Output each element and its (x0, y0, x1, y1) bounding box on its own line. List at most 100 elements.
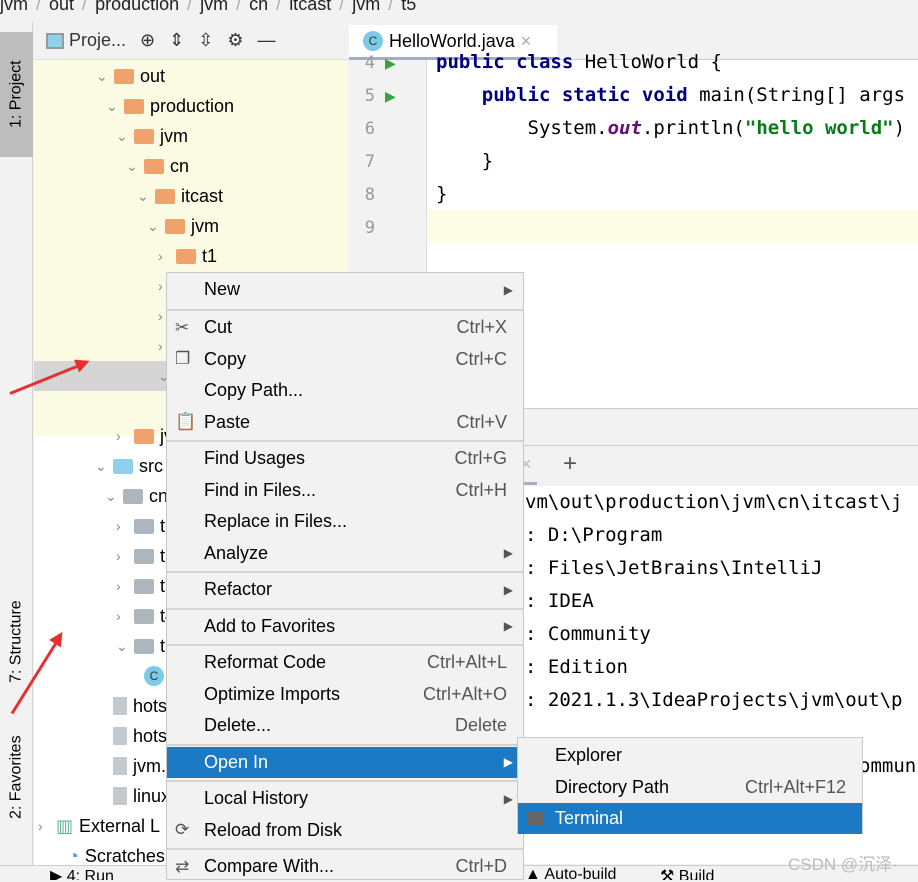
run-gutter-icon[interactable]: ▶ (385, 88, 396, 105)
tree-item[interactable]: ⌄ src (95, 451, 163, 481)
tree-item[interactable]: ◔ Scratches (50, 841, 165, 866)
line-number: 5 (364, 86, 375, 106)
breadcrumb-item[interactable]: production (95, 0, 179, 14)
chevron-down-icon[interactable]: ⌄ (147, 218, 159, 235)
breadcrumb-item[interactable]: itcast (289, 0, 331, 14)
chevron-down-icon[interactable]: ⌄ (126, 158, 138, 175)
chevron-down-icon[interactable]: ⌄ (116, 638, 128, 655)
breadcrumb-item[interactable]: jvm (352, 0, 380, 14)
chevron-right-icon[interactable]: › (116, 548, 128, 564)
folder-icon (165, 218, 185, 234)
line-number: 7 (364, 152, 375, 172)
menu-item-new[interactable]: New ▶ (167, 274, 523, 305)
tab-label: HelloWorld.java (389, 30, 515, 51)
menu-item-find-in-files[interactable]: Find in Files... Ctrl+H (167, 475, 523, 506)
expand-all-icon[interactable]: ⇕ (169, 30, 184, 51)
menu-item-paste[interactable]: 📋 Paste Ctrl+V (167, 407, 523, 438)
favorites-tool-tab[interactable]: 2: Favorites (0, 727, 33, 827)
breadcrumb-separator: / (82, 0, 88, 14)
gear-icon[interactable]: ⚙ (227, 30, 243, 51)
tree-item[interactable]: ⌄ itcast (137, 181, 223, 211)
locate-icon[interactable]: ⊕ (140, 30, 155, 51)
menu-separator (167, 743, 523, 746)
menu-separator (167, 780, 523, 782)
folder-icon (134, 428, 154, 444)
collapse-all-icon[interactable]: ⇳ (198, 30, 213, 51)
tree-item[interactable]: ⌄ jvm (116, 121, 188, 151)
menu-item-open-in[interactable]: Open In ▶ (167, 746, 523, 778)
menu-item-cut[interactable]: ✂ Cut Ctrl+X (167, 312, 523, 343)
breadcrumb-item[interactable]: t5 (401, 0, 416, 14)
menu-item-find-usages[interactable]: Find Usages Ctrl+G (167, 443, 523, 474)
file-icon (113, 697, 127, 715)
chevron-right-icon[interactable]: › (158, 248, 170, 264)
breadcrumb-separator: / (276, 0, 282, 14)
tree-item[interactable]: ⌄ production (106, 91, 234, 121)
chevron-down-icon[interactable]: ⌄ (96, 68, 108, 85)
project-tool-tab[interactable]: 1: Project (0, 32, 33, 157)
tree-item[interactable]: ⌄ out (96, 61, 165, 91)
menu-item-delete[interactable]: Delete... Delete (167, 710, 523, 741)
menu-item-explorer[interactable]: Explorer (518, 740, 862, 771)
project-view-selector[interactable]: Proje... (46, 30, 126, 51)
breadcrumb-separator: / (36, 0, 42, 14)
chevron-down-icon[interactable]: ⌄ (105, 488, 117, 505)
tree-item[interactable]: ⌄ jvm (147, 211, 219, 241)
menu-item-shortcut: Ctrl+H (455, 479, 507, 500)
menu-item-copy-path[interactable]: Copy Path... (167, 375, 523, 406)
terminal-line: : D:\Program (525, 524, 663, 546)
build-tab[interactable]: ⚒ Build (660, 866, 714, 880)
menu-item-shortcut: Ctrl+G (454, 448, 507, 468)
menu-item-add-to-favorites[interactable]: Add to Favorites ▶ (167, 611, 523, 642)
project-icon (46, 33, 64, 50)
chevron-down-icon[interactable]: ⌄ (95, 458, 107, 475)
run-gutter-icon[interactable]: ▶ (385, 55, 396, 72)
menu-item-compare-with[interactable]: ⇄ Compare With... Ctrl+D (167, 851, 523, 882)
menu-item-reformat-code[interactable]: Reformat Code Ctrl+Alt+L (167, 647, 523, 678)
code-line: System.out.println("hello world") (436, 117, 906, 139)
code-line: public static void main(String[] args (481, 84, 906, 106)
menu-item-local-history[interactable]: Local History ▶ (167, 783, 523, 814)
autobuild-tab[interactable]: ▲ Auto-build (525, 866, 616, 880)
run-tab[interactable]: ▶ 4: Run (50, 866, 114, 880)
menu-item-terminal[interactable]: Terminal (518, 803, 862, 834)
terminal-line: : Edition (525, 656, 628, 678)
menu-item-shortcut: Ctrl+Alt+F12 (744, 776, 846, 797)
close-icon[interactable]: × (521, 31, 532, 52)
chevron-down-icon[interactable]: ⌄ (137, 188, 149, 205)
tree-item[interactable]: › ▥ External L (38, 811, 160, 841)
menu-item-label: Optimize Imports (204, 683, 341, 704)
chevron-right-icon[interactable]: › (116, 428, 128, 444)
breadcrumb-item[interactable]: jvm (0, 0, 28, 14)
chevron-right-icon[interactable]: › (116, 608, 128, 624)
breadcrumb-item[interactable]: out (49, 0, 74, 14)
terminal-icon (528, 811, 544, 826)
menu-item-analyze[interactable]: Analyze ▶ (167, 538, 523, 569)
menu-item-replace-in-files[interactable]: Replace in Files... (167, 506, 523, 537)
line-number: 8 (364, 185, 375, 205)
tree-item[interactable]: ⌄ cn (126, 151, 189, 181)
menu-item-label: Find in Files... (204, 479, 317, 500)
menu-item-copy[interactable]: ❐ Copy Ctrl+C (167, 344, 523, 375)
chevron-right-icon[interactable]: › (116, 578, 128, 594)
breadcrumb-item[interactable]: cn (249, 0, 268, 14)
breadcrumb-item[interactable]: jvm (200, 0, 228, 14)
menu-item-directory-path[interactable]: Directory Path Ctrl+Alt+F12 (518, 772, 862, 803)
tree-item[interactable]: › t1 (158, 241, 217, 271)
menu-item-label: Open In (204, 751, 269, 772)
terminal-line: : 2021.1.3\IdeaProjects\jvm\out\p (525, 689, 903, 711)
tree-item-label: jvm (160, 125, 188, 146)
menu-item-label: Cut (204, 317, 233, 337)
chevron-down-icon[interactable]: ⌄ (116, 128, 128, 145)
menu-item-shortcut: Ctrl+D (455, 856, 507, 876)
chevron-right-icon[interactable]: › (116, 518, 128, 534)
chevron-right-icon: ▶ (503, 619, 513, 633)
new-terminal-icon[interactable]: + (563, 450, 577, 478)
hide-icon[interactable]: — (257, 30, 275, 51)
chevron-down-icon[interactable]: ⌄ (106, 98, 118, 115)
menu-item-label: Analyze (204, 542, 269, 563)
menu-item-optimize-imports[interactable]: Optimize Imports Ctrl+Alt+O (167, 679, 523, 710)
chevron-right-icon[interactable]: › (38, 818, 50, 834)
menu-item-reload-from-disk[interactable]: ⟳ Reload from Disk (167, 815, 523, 846)
menu-item-refactor[interactable]: Refactor ▶ (167, 574, 523, 605)
